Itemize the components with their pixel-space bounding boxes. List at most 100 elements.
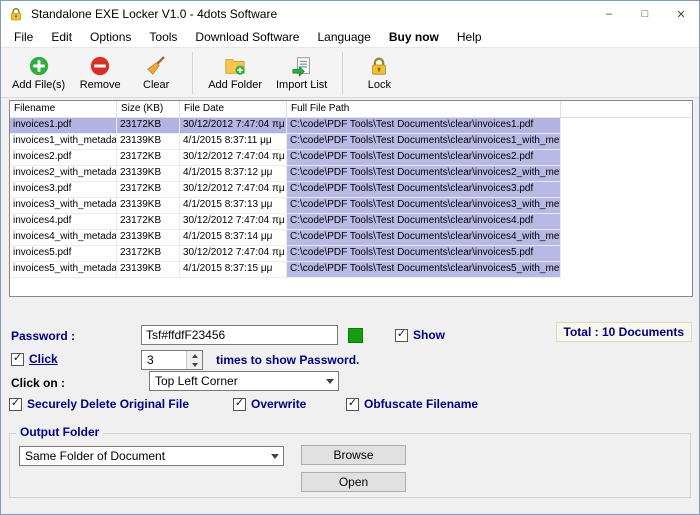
remove-button[interactable]: Remove bbox=[72, 50, 128, 95]
cell-size: 23172KB bbox=[117, 150, 180, 166]
menu-item-file[interactable]: File bbox=[5, 28, 42, 46]
lock-button[interactable]: Lock bbox=[351, 50, 407, 95]
spinner-down-button[interactable] bbox=[187, 360, 202, 369]
checkbox-check-icon bbox=[9, 398, 22, 411]
checkbox-check-icon bbox=[233, 398, 246, 411]
cell-path: C:\code\PDF Tools\Test Documents\clear\i… bbox=[287, 262, 561, 278]
click-on-combobox[interactable]: Top Left Corner bbox=[149, 371, 339, 391]
menu-item-options[interactable]: Options bbox=[81, 28, 140, 46]
table-row[interactable]: invoices5_with_metadata.pdf23139KB4/1/20… bbox=[10, 262, 692, 278]
column-header-file-date[interactable]: File Date bbox=[180, 101, 287, 117]
add-folder-icon bbox=[224, 55, 246, 77]
show-password-checkbox[interactable]: Show bbox=[395, 328, 445, 342]
clear-button[interactable]: Clear bbox=[128, 50, 184, 95]
cell-size: 23139KB bbox=[117, 198, 180, 214]
chevron-down-icon bbox=[321, 372, 338, 390]
output-folder-combobox[interactable]: Same Folder of Document bbox=[19, 446, 284, 466]
click-count-value: 3 bbox=[142, 351, 186, 369]
show-label: Show bbox=[413, 328, 445, 342]
cell-size: 23139KB bbox=[117, 230, 180, 246]
cell-date: 4/1/2015 8:37:12 μμ bbox=[180, 166, 287, 182]
cell-size: 23172KB bbox=[117, 182, 180, 198]
app-icon bbox=[8, 6, 24, 22]
cell-path: C:\code\PDF Tools\Test Documents\clear\i… bbox=[287, 150, 561, 166]
cell-filename: invoices4_with_metadata.pdf bbox=[10, 230, 117, 246]
times-to-show-label: times to show Password. bbox=[216, 353, 359, 367]
toolbar: Add File(s) Remove Clear Add Folder Import L… bbox=[1, 47, 699, 98]
table-row[interactable]: invoices3.pdf23172KB30/12/2012 7:47:04 π… bbox=[10, 182, 692, 198]
toolbar-button-label: Import List bbox=[276, 79, 327, 91]
cell-path: C:\code\PDF Tools\Test Documents\clear\i… bbox=[287, 134, 561, 150]
toolbar-button-label: Lock bbox=[368, 79, 391, 91]
obfuscate-filename-checkbox[interactable]: Obfuscate Filename bbox=[346, 397, 478, 411]
table-row[interactable]: invoices4.pdf23172KB30/12/2012 7:47:04 π… bbox=[10, 214, 692, 230]
browse-button[interactable]: Browse bbox=[301, 445, 406, 465]
open-button[interactable]: Open bbox=[301, 472, 406, 492]
click-checkbox[interactable]: Click bbox=[11, 352, 58, 366]
table-row[interactable]: invoices1_with_metadata.pdf23139KB4/1/20… bbox=[10, 134, 692, 150]
table-row[interactable]: invoices4_with_metadata.pdf23139KB4/1/20… bbox=[10, 230, 692, 246]
table-row[interactable]: invoices3_with_metadata.pdf23139KB4/1/20… bbox=[10, 198, 692, 214]
cell-filename: invoices3_with_metadata.pdf bbox=[10, 198, 117, 214]
password-label: Password : bbox=[11, 329, 75, 343]
securely-delete-label: Securely Delete Original File bbox=[27, 397, 189, 411]
import-list-icon bbox=[291, 55, 313, 77]
toolbar-button-label: Add File(s) bbox=[12, 79, 65, 91]
cell-filename: invoices1.pdf bbox=[10, 118, 117, 134]
add-file-s-button[interactable]: Add File(s) bbox=[5, 50, 72, 95]
maximize-button[interactable]: □ bbox=[627, 1, 663, 27]
cell-date: 30/12/2012 7:47:04 πμ bbox=[180, 150, 287, 166]
column-header-filename[interactable]: Filename bbox=[10, 101, 117, 117]
cell-path: C:\code\PDF Tools\Test Documents\clear\i… bbox=[287, 214, 561, 230]
cell-path: C:\code\PDF Tools\Test Documents\clear\i… bbox=[287, 246, 561, 262]
cell-date: 4/1/2015 8:37:13 μμ bbox=[180, 198, 287, 214]
cell-filename: invoices5.pdf bbox=[10, 246, 117, 262]
cell-size: 23139KB bbox=[117, 166, 180, 182]
cell-path: C:\code\PDF Tools\Test Documents\clear\i… bbox=[287, 230, 561, 246]
cell-path: C:\code\PDF Tools\Test Documents\clear\i… bbox=[287, 198, 561, 214]
app-window: Standalone EXE Locker V1.0 - 4dots Softw… bbox=[0, 0, 700, 515]
overwrite-checkbox[interactable]: Overwrite bbox=[233, 397, 306, 411]
menu-item-edit[interactable]: Edit bbox=[42, 28, 81, 46]
securely-delete-checkbox[interactable]: Securely Delete Original File bbox=[9, 397, 189, 411]
obfuscate-filename-label: Obfuscate Filename bbox=[364, 397, 478, 411]
menu-item-buy-now[interactable]: Buy now bbox=[380, 28, 448, 46]
file-table: FilenameSize (KB)File DateFull File Path… bbox=[9, 100, 693, 297]
cell-size: 23172KB bbox=[117, 118, 180, 134]
cell-filename: invoices3.pdf bbox=[10, 182, 117, 198]
close-button[interactable]: ✕ bbox=[663, 1, 699, 27]
output-folder-value: Same Folder of Document bbox=[20, 449, 266, 463]
click-on-value: Top Left Corner bbox=[150, 374, 321, 388]
table-row[interactable]: invoices5.pdf23172KB30/12/2012 7:47:04 π… bbox=[10, 246, 692, 262]
chevron-down-icon bbox=[266, 447, 283, 465]
table-row[interactable]: invoices2_with_metadata.pdf23139KB4/1/20… bbox=[10, 166, 692, 182]
remove-icon bbox=[89, 55, 111, 77]
toolbar-button-label: Add Folder bbox=[208, 79, 262, 91]
table-row[interactable]: invoices1.pdf23172KB30/12/2012 7:47:04 π… bbox=[10, 118, 692, 134]
table-row[interactable]: invoices2.pdf23172KB30/12/2012 7:47:04 π… bbox=[10, 150, 692, 166]
click-count-spinner[interactable]: 3 bbox=[141, 350, 203, 370]
menu-item-tools[interactable]: Tools bbox=[140, 28, 186, 46]
lock-icon bbox=[368, 55, 390, 77]
password-input[interactable] bbox=[141, 325, 338, 345]
menu-item-download-software[interactable]: Download Software bbox=[186, 28, 308, 46]
toolbar-separator bbox=[192, 52, 193, 94]
menu-item-help[interactable]: Help bbox=[448, 28, 491, 46]
add-folder-button[interactable]: Add Folder bbox=[201, 50, 269, 95]
cell-date: 30/12/2012 7:47:04 πμ bbox=[180, 182, 287, 198]
import-list-button[interactable]: Import List bbox=[269, 50, 334, 95]
column-header-size-kb[interactable]: Size (KB) bbox=[117, 101, 180, 117]
total-documents-label: Total : 10 Documents bbox=[556, 322, 692, 342]
cell-path: C:\code\PDF Tools\Test Documents\clear\i… bbox=[287, 118, 561, 134]
menu-item-language[interactable]: Language bbox=[308, 28, 379, 46]
password-strength-indicator bbox=[348, 328, 363, 343]
toolbar-button-label: Remove bbox=[80, 79, 121, 91]
cell-date: 30/12/2012 7:47:04 πμ bbox=[180, 246, 287, 262]
column-header-full-file-path[interactable]: Full File Path bbox=[287, 101, 561, 117]
minimize-button[interactable]: – bbox=[591, 1, 627, 27]
cell-size: 23172KB bbox=[117, 246, 180, 262]
spinner-up-button[interactable] bbox=[187, 351, 202, 360]
spinner-buttons bbox=[186, 351, 202, 369]
cell-filename: invoices4.pdf bbox=[10, 214, 117, 230]
column-header-filler bbox=[561, 101, 692, 117]
